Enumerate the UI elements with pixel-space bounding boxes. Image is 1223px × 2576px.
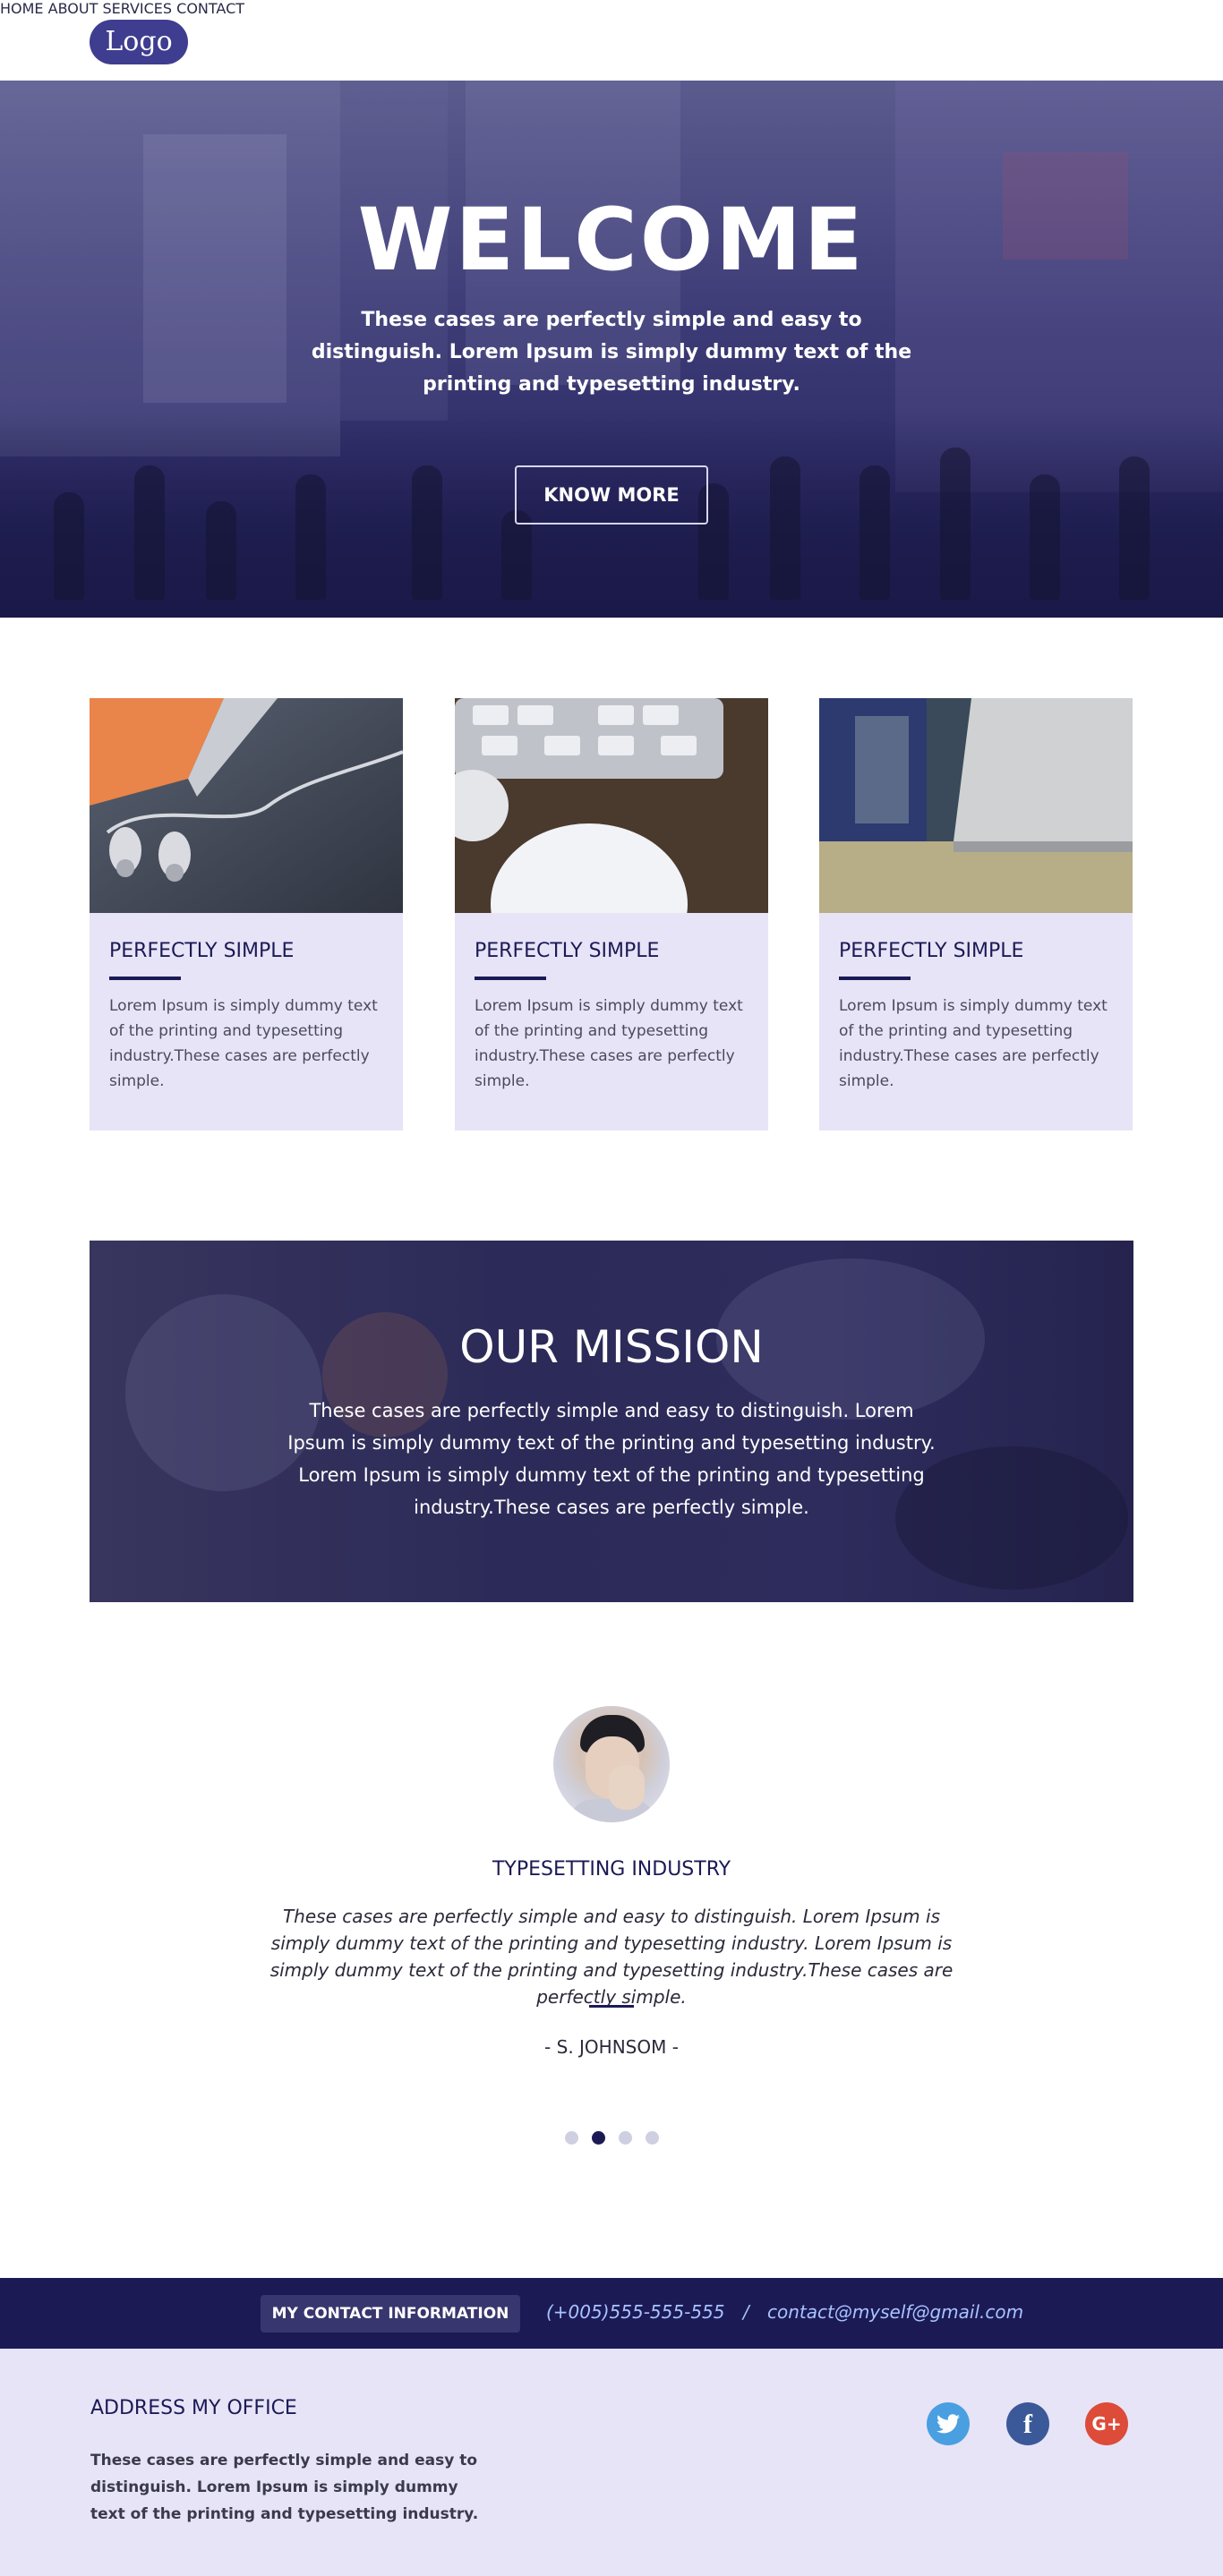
carousel-dot[interactable] xyxy=(565,2131,578,2145)
hero-title: WELCOME xyxy=(357,190,866,290)
contact-label: MY CONTACT INFORMATION xyxy=(261,2295,520,2333)
footer-text: These cases are perfectly simple and eas… xyxy=(90,2452,479,2523)
testimonial-author: - S. JOHNSOM - xyxy=(544,2036,679,2058)
card-title: PERFECTLY SIMPLE xyxy=(475,940,660,962)
headphones-on-desk-image xyxy=(90,698,403,913)
card-title: PERFECTLY SIMPLE xyxy=(839,940,1024,962)
site-footer: ADDRESS MY OFFICE These cases are perfec… xyxy=(0,2349,1223,2576)
card-divider xyxy=(839,977,911,980)
site-header: Logo HOME ABOUT SERVICES CONTACT xyxy=(0,0,1223,81)
card-text: Lorem Ipsum is simply dummy text of the … xyxy=(475,997,743,1090)
feature-card: PERFECTLY SIMPLE Lorem Ipsum is simply d… xyxy=(90,698,403,1130)
hero-text: These cases are perfectly simple and eas… xyxy=(311,309,912,396)
testimonial-divider xyxy=(589,2005,634,2008)
card-divider xyxy=(109,977,181,980)
carousel-dot[interactable] xyxy=(646,2131,659,2145)
contact-details: (+005)555-555-555 / contact@myself@gmail… xyxy=(546,2301,1023,2323)
card-text: Lorem Ipsum is simply dummy text of the … xyxy=(109,997,378,1090)
mission-text: These cases are perfectly simple and eas… xyxy=(287,1400,936,1518)
card-divider xyxy=(475,977,546,980)
contact-email[interactable]: contact@myself@gmail.com xyxy=(767,2301,1023,2323)
nav-services[interactable]: SERVICES xyxy=(102,0,172,17)
mission-section: OUR MISSION These cases are perfectly si… xyxy=(90,1241,1133,1602)
google-plus-icon[interactable]: G+ xyxy=(1085,2402,1128,2445)
know-more-button[interactable]: KNOW MORE xyxy=(515,465,708,525)
footer-title: ADDRESS MY OFFICE xyxy=(90,2397,297,2419)
keyboard-and-mouse-image xyxy=(455,698,768,913)
feature-card: PERFECTLY SIMPLE Lorem Ipsum is simply d… xyxy=(455,698,768,1130)
feature-card: PERFECTLY SIMPLE Lorem Ipsum is simply d… xyxy=(819,698,1133,1130)
contact-separator: / xyxy=(742,2301,749,2323)
testimonial-avatar xyxy=(553,1706,670,1822)
card-title: PERFECTLY SIMPLE xyxy=(109,940,295,962)
nav-about[interactable]: ABOUT xyxy=(48,0,98,17)
facebook-icon[interactable]: f xyxy=(1006,2402,1049,2445)
contact-phone[interactable]: (+005)555-555-555 xyxy=(546,2301,725,2323)
mission-title: OUR MISSION xyxy=(459,1321,764,1373)
carousel-dot[interactable] xyxy=(619,2131,632,2145)
contact-bar: MY CONTACT INFORMATION (+005)555-555-555… xyxy=(0,2278,1223,2349)
testimonial-quote: These cases are perfectly simple and eas… xyxy=(269,1906,954,2008)
twitter-icon[interactable] xyxy=(927,2402,970,2445)
logo[interactable]: Logo xyxy=(90,20,188,64)
hero-banner: WELCOME These cases are perfectly simple… xyxy=(0,81,1223,618)
card-text: Lorem Ipsum is simply dummy text of the … xyxy=(839,997,1108,1090)
laptop-on-table-image xyxy=(819,698,1133,913)
nav-contact[interactable]: CONTACT xyxy=(176,0,244,17)
nav-home[interactable]: HOME xyxy=(0,0,44,17)
testimonial-title: TYPESETTING INDUSTRY xyxy=(492,1858,731,1881)
carousel-dot-active[interactable] xyxy=(592,2131,605,2145)
